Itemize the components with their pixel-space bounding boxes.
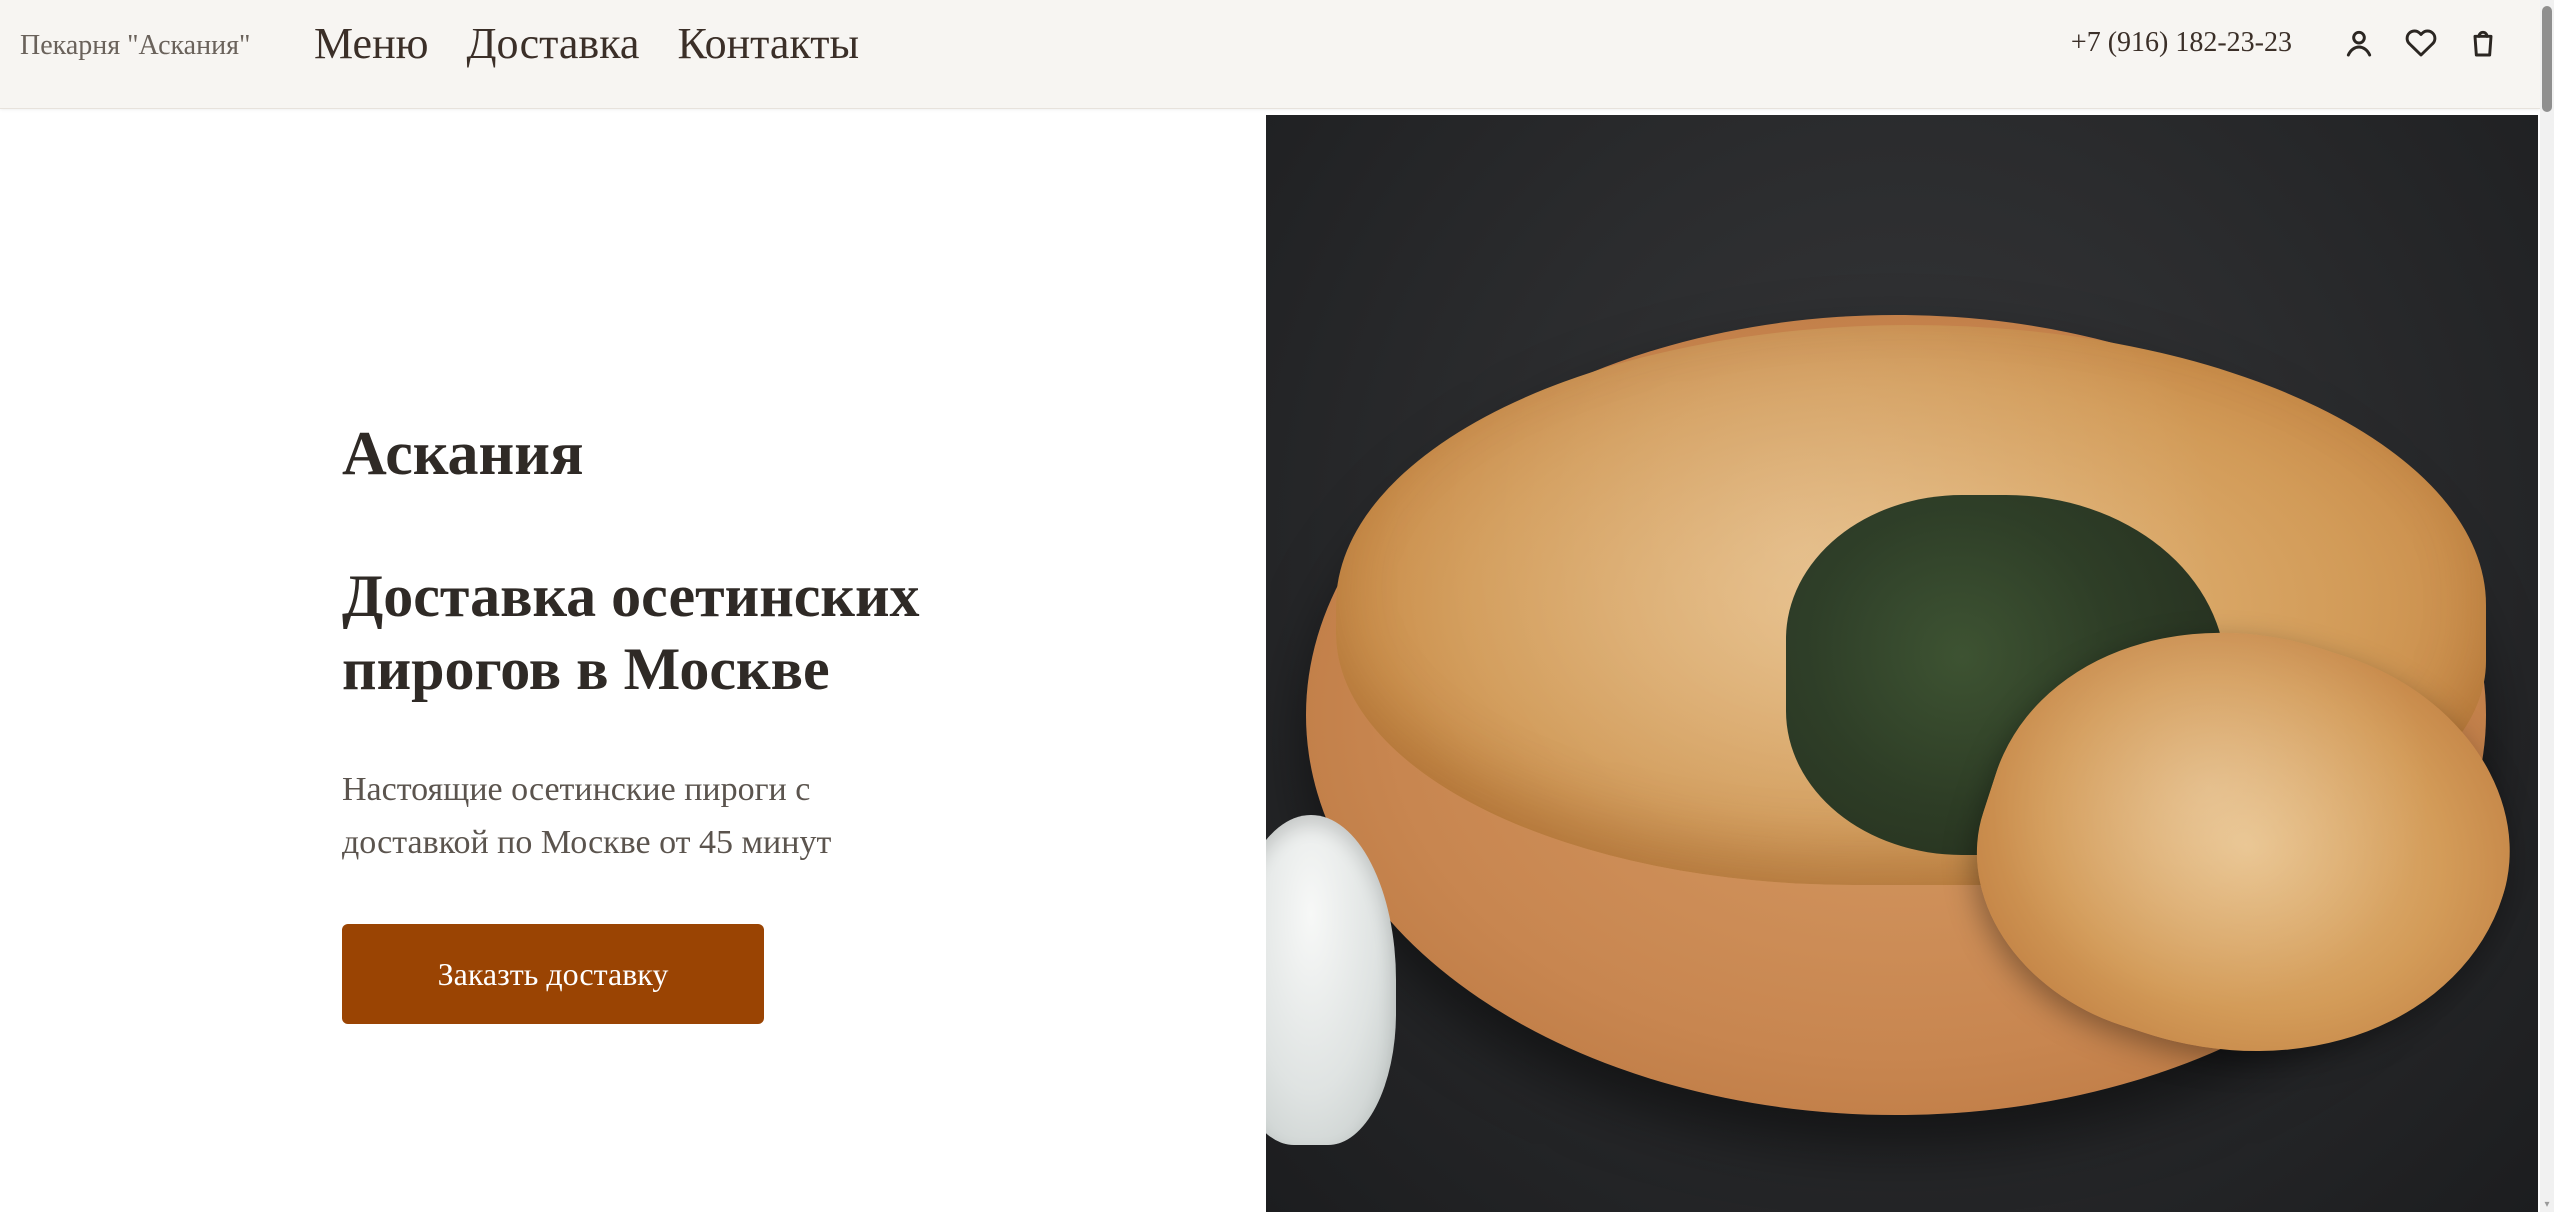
header-actions: +7 (916) 182-23-23 [2071,26,2500,60]
hero-text-section: Аскания Доставка осетинских пирогов в Мо… [342,420,1042,1024]
nav-link-menu[interactable]: Меню [314,18,429,69]
page-scrollbar[interactable]: ▾ [2540,0,2554,1212]
order-delivery-button[interactable]: Заказть доставку [342,924,764,1024]
main-nav: Меню Доставка Контакты [314,18,859,69]
phone-number[interactable]: +7 (916) 182-23-23 [2071,27,2292,59]
site-header: Пекарня "Аскания" Меню Доставка Контакты… [0,0,2540,109]
nav-link-delivery[interactable]: Доставка [467,18,640,69]
heart-icon[interactable] [2404,26,2438,60]
bag-icon[interactable] [2466,26,2500,60]
hero-image [1266,115,2538,1212]
scroll-down-arrow-icon[interactable]: ▾ [2542,1200,2552,1210]
scrollbar-thumb[interactable] [2542,6,2552,112]
hero-description: Настоящие осетинские пироги с доставкой … [342,770,832,862]
nav-link-contacts[interactable]: Контакты [677,18,859,69]
user-icon[interactable] [2342,26,2376,60]
hero-title: Аскания [342,420,584,488]
brand-logo-text[interactable]: Пекарня "Аскания" [20,30,250,62]
hero-subtitle: Доставка осетинских пирогов в Москве [342,563,920,703]
